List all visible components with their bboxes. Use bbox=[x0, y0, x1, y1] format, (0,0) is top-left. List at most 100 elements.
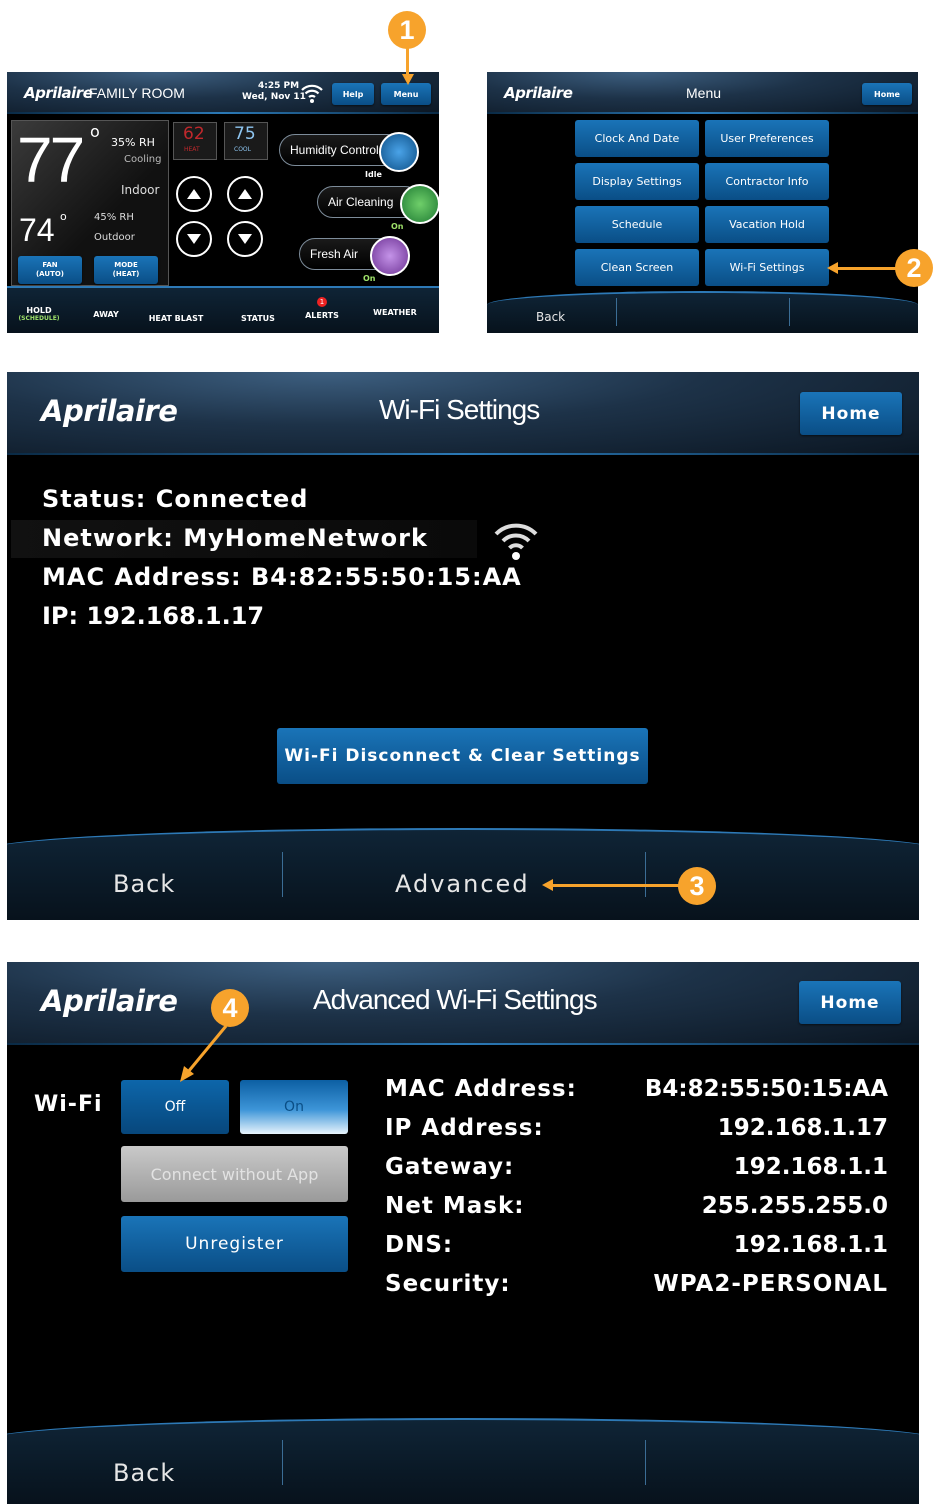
screen-title: Menu bbox=[686, 85, 722, 101]
wifi-off-button[interactable]: Off bbox=[121, 1080, 229, 1134]
mac-address: MAC Address: B4:82:55:50:15:AA bbox=[42, 563, 522, 591]
ip-address-label: IP Address: bbox=[385, 1115, 544, 1141]
callout-2-line bbox=[836, 267, 898, 270]
heat-up-button[interactable] bbox=[176, 176, 212, 212]
heat-down-button[interactable] bbox=[176, 221, 212, 257]
wifi-signal-icon bbox=[494, 523, 538, 560]
humidity-drop-icon bbox=[379, 132, 419, 172]
home-button[interactable]: Home bbox=[800, 392, 902, 435]
callout-4-arrow bbox=[180, 1025, 228, 1082]
home-button[interactable]: Home bbox=[799, 981, 901, 1024]
humidity-status: Idle bbox=[365, 170, 382, 179]
callout-3-line bbox=[551, 884, 681, 887]
hold-label: HOLD bbox=[26, 306, 52, 315]
menu-item-user-preferences[interactable]: User Preferences bbox=[705, 120, 829, 157]
status-button[interactable]: STATUS bbox=[233, 314, 283, 323]
connection-status: Status: Connected bbox=[42, 485, 309, 513]
wifi-on-button[interactable]: On bbox=[240, 1080, 348, 1134]
back-button[interactable]: Back bbox=[113, 1459, 175, 1487]
mode-label: MODE bbox=[114, 261, 138, 269]
air-cleaning-icon bbox=[400, 184, 439, 224]
security-value: WPA2-PERSONAL bbox=[653, 1271, 888, 1297]
wifi-icon bbox=[301, 84, 323, 103]
net-mask-value: 255.255.255.0 bbox=[701, 1193, 888, 1219]
fan-label: FAN bbox=[42, 261, 58, 269]
cool-setpoint: 75 bbox=[234, 124, 256, 144]
dns-label: DNS: bbox=[385, 1232, 454, 1258]
footer-divider bbox=[645, 852, 646, 897]
cool-down-button[interactable] bbox=[227, 221, 263, 257]
gateway-label: Gateway: bbox=[385, 1154, 515, 1180]
dns-value: 192.168.1.1 bbox=[733, 1232, 888, 1258]
menu-item-wifi-settings[interactable]: Wi-Fi Settings bbox=[705, 249, 829, 286]
network-name: Network: MyHomeNetwork bbox=[42, 524, 428, 552]
aprilaire-logo: Aprilaire bbox=[24, 84, 93, 102]
indoor-label: Indoor bbox=[121, 183, 160, 197]
menu-screen: Aprilaire Menu Home Clock And Date User … bbox=[487, 72, 918, 333]
callout-1-arrowhead bbox=[402, 74, 414, 85]
footer-divider bbox=[645, 1440, 646, 1485]
weather-button[interactable]: WEATHER bbox=[367, 308, 423, 317]
heat-setpoint: 62 bbox=[183, 124, 205, 144]
security-label: Security: bbox=[385, 1271, 511, 1297]
menu-button[interactable]: Menu bbox=[381, 83, 431, 105]
menu-item-vacation-hold[interactable]: Vacation Hold bbox=[705, 206, 829, 243]
aprilaire-logo: Aprilaire bbox=[41, 984, 178, 1018]
menu-item-display-settings[interactable]: Display Settings bbox=[575, 163, 699, 200]
cooling-status: Cooling bbox=[124, 154, 162, 165]
back-button[interactable]: Back bbox=[536, 310, 565, 324]
footer-divider bbox=[282, 1440, 283, 1485]
cool-up-button[interactable] bbox=[227, 176, 263, 212]
help-button[interactable]: Help bbox=[332, 83, 374, 105]
heat-blast-button[interactable]: HEAT BLAST bbox=[145, 314, 207, 323]
outdoor-degree-symbol: o bbox=[60, 210, 67, 223]
menu-item-contractor-info[interactable]: Contractor Info bbox=[705, 163, 829, 200]
unregister-button[interactable]: Unregister bbox=[121, 1216, 348, 1272]
footer-divider bbox=[616, 298, 617, 326]
fresh-air-label: Fresh Air bbox=[310, 247, 359, 261]
alerts-count-badge: 1 bbox=[317, 297, 327, 307]
screen-title: Advanced Wi-Fi Settings bbox=[313, 984, 598, 1015]
indoor-temperature: 77 bbox=[17, 124, 85, 196]
air-cleaning-status: On bbox=[391, 222, 404, 231]
callout-1: 1 bbox=[388, 11, 426, 49]
menu-item-clock-and-date[interactable]: Clock And Date bbox=[575, 120, 699, 157]
date: Wed, Nov 11 bbox=[242, 92, 306, 102]
footer-divider bbox=[789, 298, 790, 326]
alerts-count: 1 bbox=[319, 298, 325, 306]
time: 4:25 PM bbox=[258, 81, 300, 91]
mode-value: (HEAT) bbox=[112, 270, 140, 278]
hold-button[interactable]: HOLD (SCHEDULE) bbox=[11, 306, 67, 322]
away-button[interactable]: AWAY bbox=[81, 310, 131, 319]
room-name: FAMILY ROOM bbox=[89, 85, 185, 101]
alerts-button[interactable]: ALERTS bbox=[297, 311, 347, 320]
menu-item-clean-screen[interactable]: Clean Screen bbox=[575, 249, 699, 286]
outdoor-label: Outdoor bbox=[94, 232, 135, 243]
home-button[interactable]: Home bbox=[862, 83, 912, 105]
humidity-control-label: Humidity Control bbox=[290, 143, 379, 157]
hold-mode: (SCHEDULE) bbox=[18, 315, 60, 322]
outdoor-temperature: 74 bbox=[19, 212, 55, 248]
ip-address: IP: 192.168.1.17 bbox=[42, 602, 265, 630]
outdoor-humidity: 45% RH bbox=[94, 212, 134, 223]
back-button[interactable]: Back bbox=[113, 870, 175, 898]
mac-address-label: MAC Address: bbox=[385, 1076, 577, 1102]
degree-symbol: o bbox=[90, 122, 100, 141]
mode-button[interactable]: MODE (HEAT) bbox=[94, 256, 158, 284]
heat-label: HEAT bbox=[184, 146, 200, 153]
indoor-humidity: 35% RH bbox=[111, 136, 155, 149]
advanced-button[interactable]: Advanced bbox=[395, 870, 530, 898]
footer-divider bbox=[282, 852, 283, 897]
net-mask-label: Net Mask: bbox=[385, 1193, 525, 1219]
menu-item-schedule[interactable]: Schedule bbox=[575, 206, 699, 243]
connect-without-app-button[interactable]: Connect without App bbox=[121, 1146, 348, 1202]
fan-button[interactable]: FAN (AUTO) bbox=[18, 256, 82, 284]
fan-mode: (AUTO) bbox=[35, 270, 64, 278]
mac-address-value: B4:82:55:50:15:AA bbox=[644, 1076, 888, 1102]
air-cleaning-label: Air Cleaning bbox=[328, 195, 394, 209]
thermostat-home-screen: Aprilaire FAMILY ROOM 4:25 PM Wed, Nov 1… bbox=[7, 72, 439, 333]
wifi-label: Wi-Fi bbox=[34, 1092, 103, 1117]
screen-title: Wi-Fi Settings bbox=[379, 394, 540, 425]
cool-label: COOL bbox=[234, 146, 251, 153]
wifi-disconnect-clear-button[interactable]: Wi-Fi Disconnect & Clear Settings bbox=[277, 728, 648, 784]
